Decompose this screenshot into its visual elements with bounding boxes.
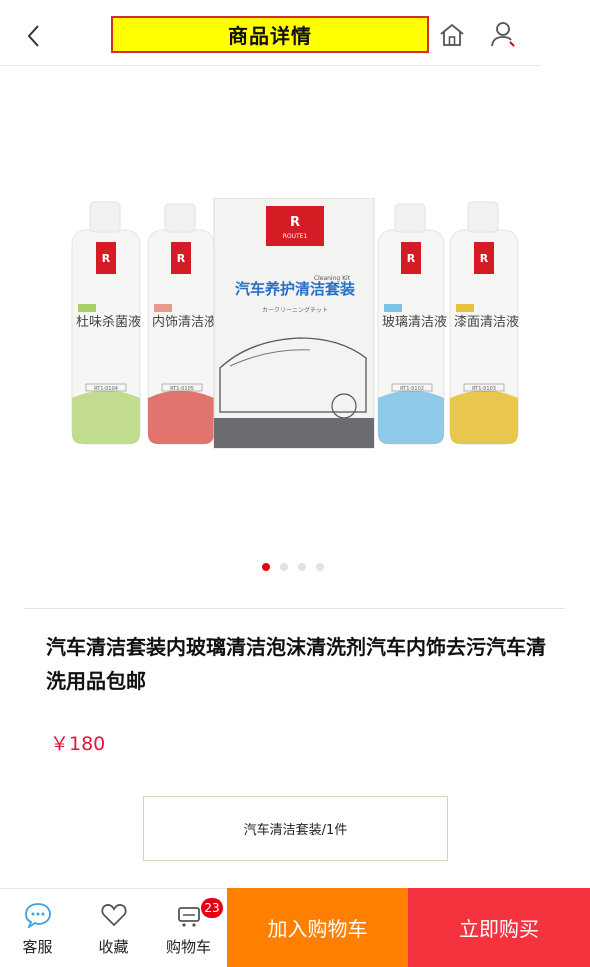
svg-text:R: R	[407, 252, 416, 265]
home-icon[interactable]	[438, 21, 466, 49]
cart-label: 购物车	[165, 938, 211, 956]
favorite-label: 收藏	[98, 938, 129, 956]
chat-bubble-icon	[24, 903, 51, 928]
gallery-dot[interactable]	[298, 563, 306, 571]
bottle-1-code: RT1-0104	[94, 386, 118, 392]
bottle-2-label: 内饰清洁液	[152, 314, 217, 330]
back-arrow-icon[interactable]	[22, 22, 46, 50]
gallery-dot[interactable]	[280, 563, 288, 571]
bottle-3-code: RT1-0102	[400, 386, 424, 392]
gallery-pagination[interactable]	[262, 563, 324, 571]
bottle-2-code: RT1-0105	[170, 386, 194, 392]
svg-text:R: R	[480, 252, 489, 265]
bottle-odor-cleaner: R 杜味杀菌液 RT1-0104	[71, 201, 141, 445]
box-title-en: Cleaning Kit	[314, 275, 351, 282]
service-button[interactable]: 客服	[0, 889, 75, 967]
service-label: 客服	[22, 938, 53, 956]
gallery-dot[interactable]	[262, 563, 270, 571]
gallery-dot[interactable]	[316, 563, 324, 571]
bottle-3-label: 玻璃清洁液	[382, 315, 447, 330]
cart-count-badge: 23	[201, 898, 223, 918]
cart-icon	[177, 907, 200, 927]
favorite-button[interactable]: 收藏	[76, 889, 151, 967]
svg-text:R: R	[177, 252, 186, 265]
svg-text:R: R	[290, 215, 300, 230]
bottle-paint-cleaner: R 漆面清洁液 RT1-0103	[449, 201, 519, 445]
kit-box: R ROUTE1 汽车养护清洁套装 Cleaning Kit カークリーニングチ…	[213, 198, 375, 449]
product-image: R 杜味杀菌液 RT1-0104 R 内饰清洁液 RT1-0105 R ROUT…	[71, 198, 519, 449]
svg-text:R: R	[102, 252, 111, 265]
product-price: ￥180	[50, 733, 106, 755]
user-icon[interactable]	[490, 20, 518, 50]
page-title: 商品详情	[228, 24, 312, 48]
bottle-interior-cleaner: R 内饰清洁液 RT1-0105	[147, 203, 217, 445]
page-title-box: 商品详情	[111, 16, 429, 53]
bottle-4-label: 漆面清洁液	[454, 314, 519, 330]
bottle-1-label: 杜味杀菌液	[76, 315, 141, 330]
bottle-glass-cleaner: R 玻璃清洁液 RT1-0102	[377, 203, 447, 445]
product-title: 汽车清洁套装内玻璃清洁泡沫清洗剂汽车内饰去污汽车清洗用品包邮	[46, 635, 546, 693]
product-gallery[interactable]: R 杜味杀菌液 RT1-0104 R 内饰清洁液 RT1-0105 R ROUT…	[0, 66, 590, 586]
add-to-cart-button[interactable]: 加入购物车	[227, 888, 408, 967]
spec-label: 汽车清洁套装/1件	[243, 823, 348, 838]
bottle-4-code: RT1-0103	[472, 386, 496, 392]
spec-selector[interactable]: 汽车清洁套装/1件	[143, 796, 448, 861]
buy-now-button[interactable]: 立即购买	[408, 888, 590, 967]
header-bar: 商品详情	[0, 0, 540, 66]
box-title: 汽车养护清洁套装	[235, 280, 356, 298]
divider	[24, 608, 565, 609]
box-brand: ROUTE1	[283, 233, 308, 240]
heart-icon	[100, 904, 127, 927]
box-subtitle: カークリーニングチット	[262, 306, 328, 314]
